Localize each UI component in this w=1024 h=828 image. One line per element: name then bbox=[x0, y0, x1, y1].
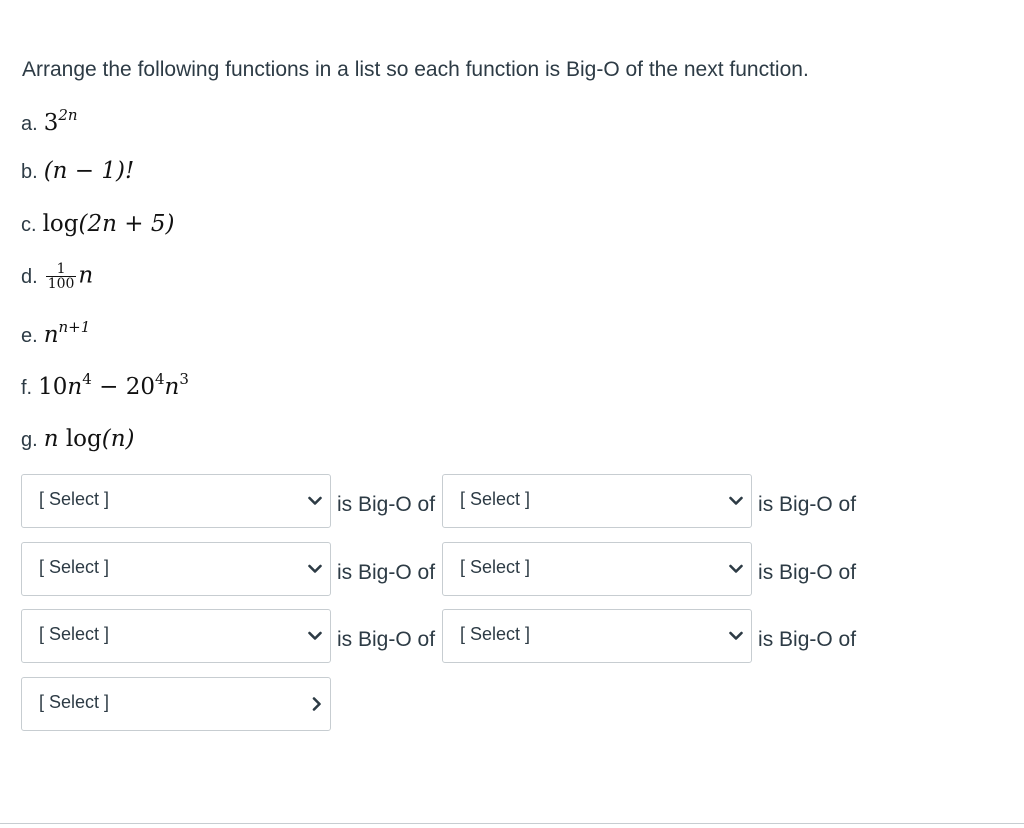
expr-e-exp: n+1 bbox=[58, 318, 91, 336]
function-expr-b: (n − 1)! bbox=[44, 158, 135, 184]
chevron-down-icon bbox=[729, 631, 743, 640]
select-3-value: [ Select ] bbox=[39, 556, 110, 577]
function-item-f: f. 10n4 − 204n3 bbox=[21, 372, 189, 401]
answer-select-3[interactable]: [ Select ] bbox=[21, 542, 331, 596]
function-label-c: c. bbox=[21, 214, 37, 236]
expr-e-base: n bbox=[43, 322, 59, 348]
expr-a-exp: 2n bbox=[58, 106, 78, 124]
function-label-e: e. bbox=[21, 325, 38, 347]
function-item-a: a. 32n bbox=[21, 108, 78, 137]
function-item-g: g. n log(n) bbox=[21, 426, 135, 452]
connector-text: is Big-O of bbox=[758, 493, 857, 516]
expr-c-log: log bbox=[42, 211, 79, 237]
expr-f-coef1: 10 bbox=[38, 374, 68, 400]
expr-g-var: n bbox=[43, 426, 59, 452]
connector-text: is Big-O of bbox=[337, 628, 436, 651]
expr-f-exp1: 4 bbox=[82, 370, 92, 388]
expr-f-var2: n bbox=[164, 374, 180, 400]
connector-text: is Big-O of bbox=[758, 628, 857, 651]
function-item-b: b. (n − 1)! bbox=[21, 158, 134, 184]
answer-row-1: [ Select ] is Big-O of [ Select ] is Big… bbox=[21, 474, 856, 528]
expr-f-exp3: 3 bbox=[179, 370, 189, 388]
function-label-d: d. bbox=[21, 265, 38, 288]
select-7-value: [ Select ] bbox=[39, 691, 110, 712]
expr-g-log: log bbox=[65, 426, 102, 452]
expr-d-var: n bbox=[78, 262, 94, 289]
expr-f-var1: n bbox=[67, 374, 83, 400]
select-4-value: [ Select ] bbox=[460, 556, 531, 577]
chevron-down-icon bbox=[308, 496, 322, 505]
chevron-down-icon bbox=[308, 564, 322, 573]
expr-f-exp2: 4 bbox=[154, 370, 165, 388]
expr-f-minus: − bbox=[99, 374, 119, 400]
function-expr-a: 32n bbox=[43, 108, 78, 137]
expr-c-arg: (2n + 5) bbox=[78, 211, 175, 237]
answer-row-3: [ Select ] is Big-O of [ Select ] is Big… bbox=[21, 609, 856, 663]
answer-select-7[interactable]: [ Select ] bbox=[21, 677, 331, 731]
expr-d-fraction: 1 100 bbox=[45, 261, 77, 292]
chevron-down-icon bbox=[729, 564, 743, 573]
expr-b: (n − 1)! bbox=[43, 158, 135, 184]
answer-row-4: [ Select ] bbox=[21, 677, 331, 731]
answer-row-2: [ Select ] is Big-O of [ Select ] is Big… bbox=[21, 542, 856, 596]
expr-a-base: 3 bbox=[43, 110, 59, 136]
chevron-down-icon bbox=[729, 496, 743, 505]
answer-select-6[interactable]: [ Select ] bbox=[442, 609, 753, 663]
bottom-divider bbox=[0, 823, 1024, 824]
expr-f-coef2: 20 bbox=[125, 374, 155, 400]
answer-select-4[interactable]: [ Select ] bbox=[442, 542, 753, 596]
connector-text: is Big-O of bbox=[337, 493, 436, 516]
select-5-value: [ Select ] bbox=[39, 623, 110, 644]
function-label-f: f. bbox=[21, 377, 33, 399]
function-label-g: g. bbox=[21, 429, 38, 451]
select-6-value: [ Select ] bbox=[460, 623, 531, 644]
chevron-down-icon bbox=[308, 631, 322, 640]
function-item-d: d. 1 100 n bbox=[21, 262, 93, 291]
select-1-value: [ Select ] bbox=[39, 488, 110, 509]
expr-d-num: 1 bbox=[56, 261, 66, 277]
function-expr-e: nn+1 bbox=[43, 320, 91, 349]
function-expr-f: 10n4 − 204n3 bbox=[38, 372, 189, 401]
question-prompt: Arrange the following functions in a lis… bbox=[22, 58, 809, 81]
function-expr-g: n log(n) bbox=[44, 426, 135, 452]
answer-select-2[interactable]: [ Select ] bbox=[442, 474, 753, 528]
answer-select-1[interactable]: [ Select ] bbox=[21, 474, 331, 528]
chevron-right-icon bbox=[312, 697, 321, 711]
select-2-value: [ Select ] bbox=[460, 488, 531, 509]
connector-text: is Big-O of bbox=[758, 561, 857, 584]
function-label-b: b. bbox=[21, 161, 38, 183]
function-expr-c: log(2n + 5) bbox=[43, 211, 175, 237]
function-item-e: e. nn+1 bbox=[21, 320, 91, 349]
expr-d-den: 100 bbox=[45, 276, 77, 292]
function-item-c: c. log(2n + 5) bbox=[21, 211, 174, 237]
expr-g-arg: (n) bbox=[101, 426, 135, 452]
function-expr-d: 1 100 n bbox=[44, 261, 94, 292]
function-label-a: a. bbox=[21, 113, 38, 135]
connector-text: is Big-O of bbox=[337, 561, 436, 584]
answer-select-5[interactable]: [ Select ] bbox=[21, 609, 331, 663]
